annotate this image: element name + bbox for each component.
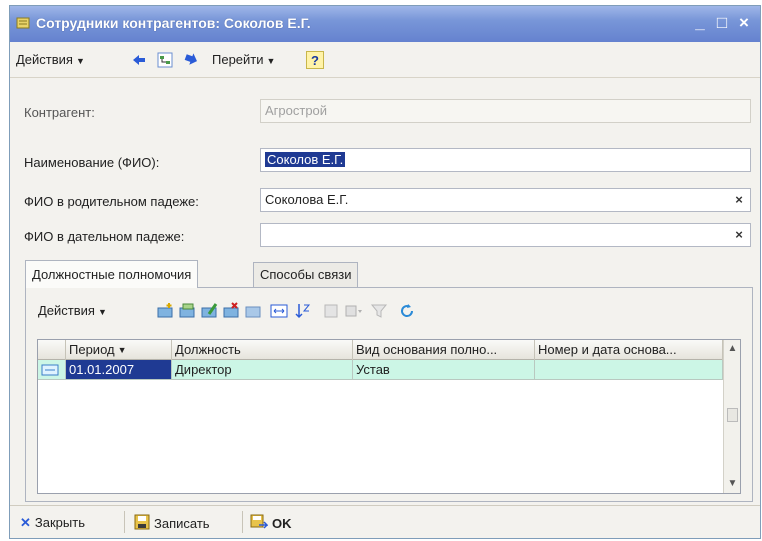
app-icon: [16, 16, 30, 30]
row-icon: [38, 360, 66, 380]
filter-icon: [370, 302, 388, 320]
duties-table: Период ▼ Должность Вид основания полно...…: [37, 339, 741, 494]
sort-icon[interactable]: [294, 302, 312, 320]
table-header: Период ▼ Должность Вид основания полно...…: [38, 340, 740, 360]
header-period[interactable]: Период ▼: [66, 340, 172, 360]
bottom-bar: ✕ Закрыть Записать OK: [10, 505, 760, 538]
minimize-button[interactable]: _: [690, 13, 710, 33]
dative-input[interactable]: ×: [260, 223, 751, 247]
genitive-value: Соколова Е.Г.: [265, 192, 349, 207]
name-value: Соколов Е.Г.: [265, 152, 346, 167]
header-number-date[interactable]: Номер и дата основа...: [535, 340, 723, 360]
help-button[interactable]: ?: [306, 51, 324, 69]
column-width-icon[interactable]: [270, 302, 288, 320]
genitive-label: ФИО в родительном падеже:: [24, 194, 199, 209]
header-position[interactable]: Должность: [172, 340, 353, 360]
actions-menu-label: Действия: [16, 52, 73, 67]
actions-menu[interactable]: Действия ▼: [16, 51, 85, 69]
tab-panel-duties: Действия ▼ Период ▼ Должность Вид основа…: [25, 287, 753, 502]
table-actions-label: Действия: [38, 303, 95, 318]
table-row[interactable]: 01.01.2007 Директор Устав: [38, 360, 723, 380]
header-row-icon: [38, 340, 66, 360]
header-period-label: Период: [69, 342, 115, 357]
end-edit-icon[interactable]: [244, 302, 262, 320]
separator: [242, 511, 243, 533]
tab-duties[interactable]: Должностные полномочия: [25, 260, 199, 288]
cell-number-date[interactable]: [535, 360, 723, 380]
kontragent-field[interactable]: Агрострой: [260, 99, 751, 123]
scroll-down-icon[interactable]: ▼: [725, 476, 740, 492]
dative-label: ФИО в дательном падеже:: [24, 229, 185, 244]
chevron-down-icon: ▼: [266, 55, 276, 66]
form-toolbar: Действия ▼ Перейти ▼ ?: [10, 42, 760, 78]
sort-desc-icon: ▼: [117, 345, 127, 356]
cell-period[interactable]: 01.01.2007: [66, 360, 172, 380]
arrow-left-icon[interactable]: [130, 51, 148, 69]
delete-row-icon[interactable]: [222, 302, 240, 320]
clear-genitive-button[interactable]: ×: [731, 192, 747, 208]
ok-button-label: OK: [272, 515, 292, 531]
save-icon: [134, 514, 150, 535]
table-actions-menu[interactable]: Действия ▼: [38, 302, 107, 320]
name-input[interactable]: Соколов Е.Г.: [260, 148, 751, 172]
filter-disabled-icon: [322, 302, 340, 320]
window-title: Сотрудники контрагентов: Соколов Е.Г.: [36, 15, 311, 31]
ok-button[interactable]: OK: [250, 514, 292, 532]
close-x-icon: ✕: [20, 515, 31, 530]
scroll-thumb[interactable]: [727, 408, 738, 422]
separator: [124, 511, 125, 533]
chevron-down-icon: ▼: [97, 306, 107, 317]
table-scrollbar[interactable]: ▲ ▼: [723, 340, 740, 493]
save-button[interactable]: Записать: [134, 514, 210, 532]
refresh-icon[interactable]: [398, 302, 416, 320]
tabs-container: Должностные полномочия Способы связи Дей…: [25, 260, 753, 502]
kontragent-label: Контрагент:: [24, 105, 95, 120]
table-toolbar: Действия ▼: [26, 298, 752, 324]
close-window-button[interactable]: ×: [734, 13, 754, 33]
header-basis[interactable]: Вид основания полно...: [353, 340, 535, 360]
name-label: Наименование (ФИО):: [24, 155, 160, 170]
title-bar[interactable]: Сотрудники контрагентов: Соколов Е.Г. _ …: [10, 6, 760, 42]
structure-icon[interactable]: [156, 51, 174, 69]
clear-dative-button[interactable]: ×: [731, 227, 747, 243]
maximize-button[interactable]: □: [712, 13, 732, 33]
edit-row-icon[interactable]: [200, 302, 218, 320]
copy-row-icon[interactable]: [178, 302, 196, 320]
chevron-down-icon: ▼: [75, 55, 85, 66]
tab-contacts[interactable]: Способы связи: [253, 262, 359, 288]
go-down-icon[interactable]: [182, 51, 200, 69]
close-button[interactable]: ✕ Закрыть: [20, 514, 85, 532]
dialog-window: Сотрудники контрагентов: Соколов Е.Г. _ …: [9, 5, 761, 539]
kontragent-value: Агрострой: [265, 103, 328, 118]
scroll-up-icon[interactable]: ▲: [725, 341, 740, 357]
close-button-label: Закрыть: [34, 515, 85, 530]
save-button-label: Записать: [154, 515, 210, 531]
add-row-icon[interactable]: [156, 302, 174, 320]
goto-menu[interactable]: Перейти ▼: [212, 51, 275, 69]
genitive-input[interactable]: Соколова Е.Г. ×: [260, 188, 751, 212]
cell-basis[interactable]: Устав: [353, 360, 535, 380]
list-settings-icon: [344, 302, 362, 320]
ok-icon: [250, 514, 269, 535]
cell-position[interactable]: Директор: [172, 360, 353, 380]
goto-menu-label: Перейти: [212, 52, 264, 67]
